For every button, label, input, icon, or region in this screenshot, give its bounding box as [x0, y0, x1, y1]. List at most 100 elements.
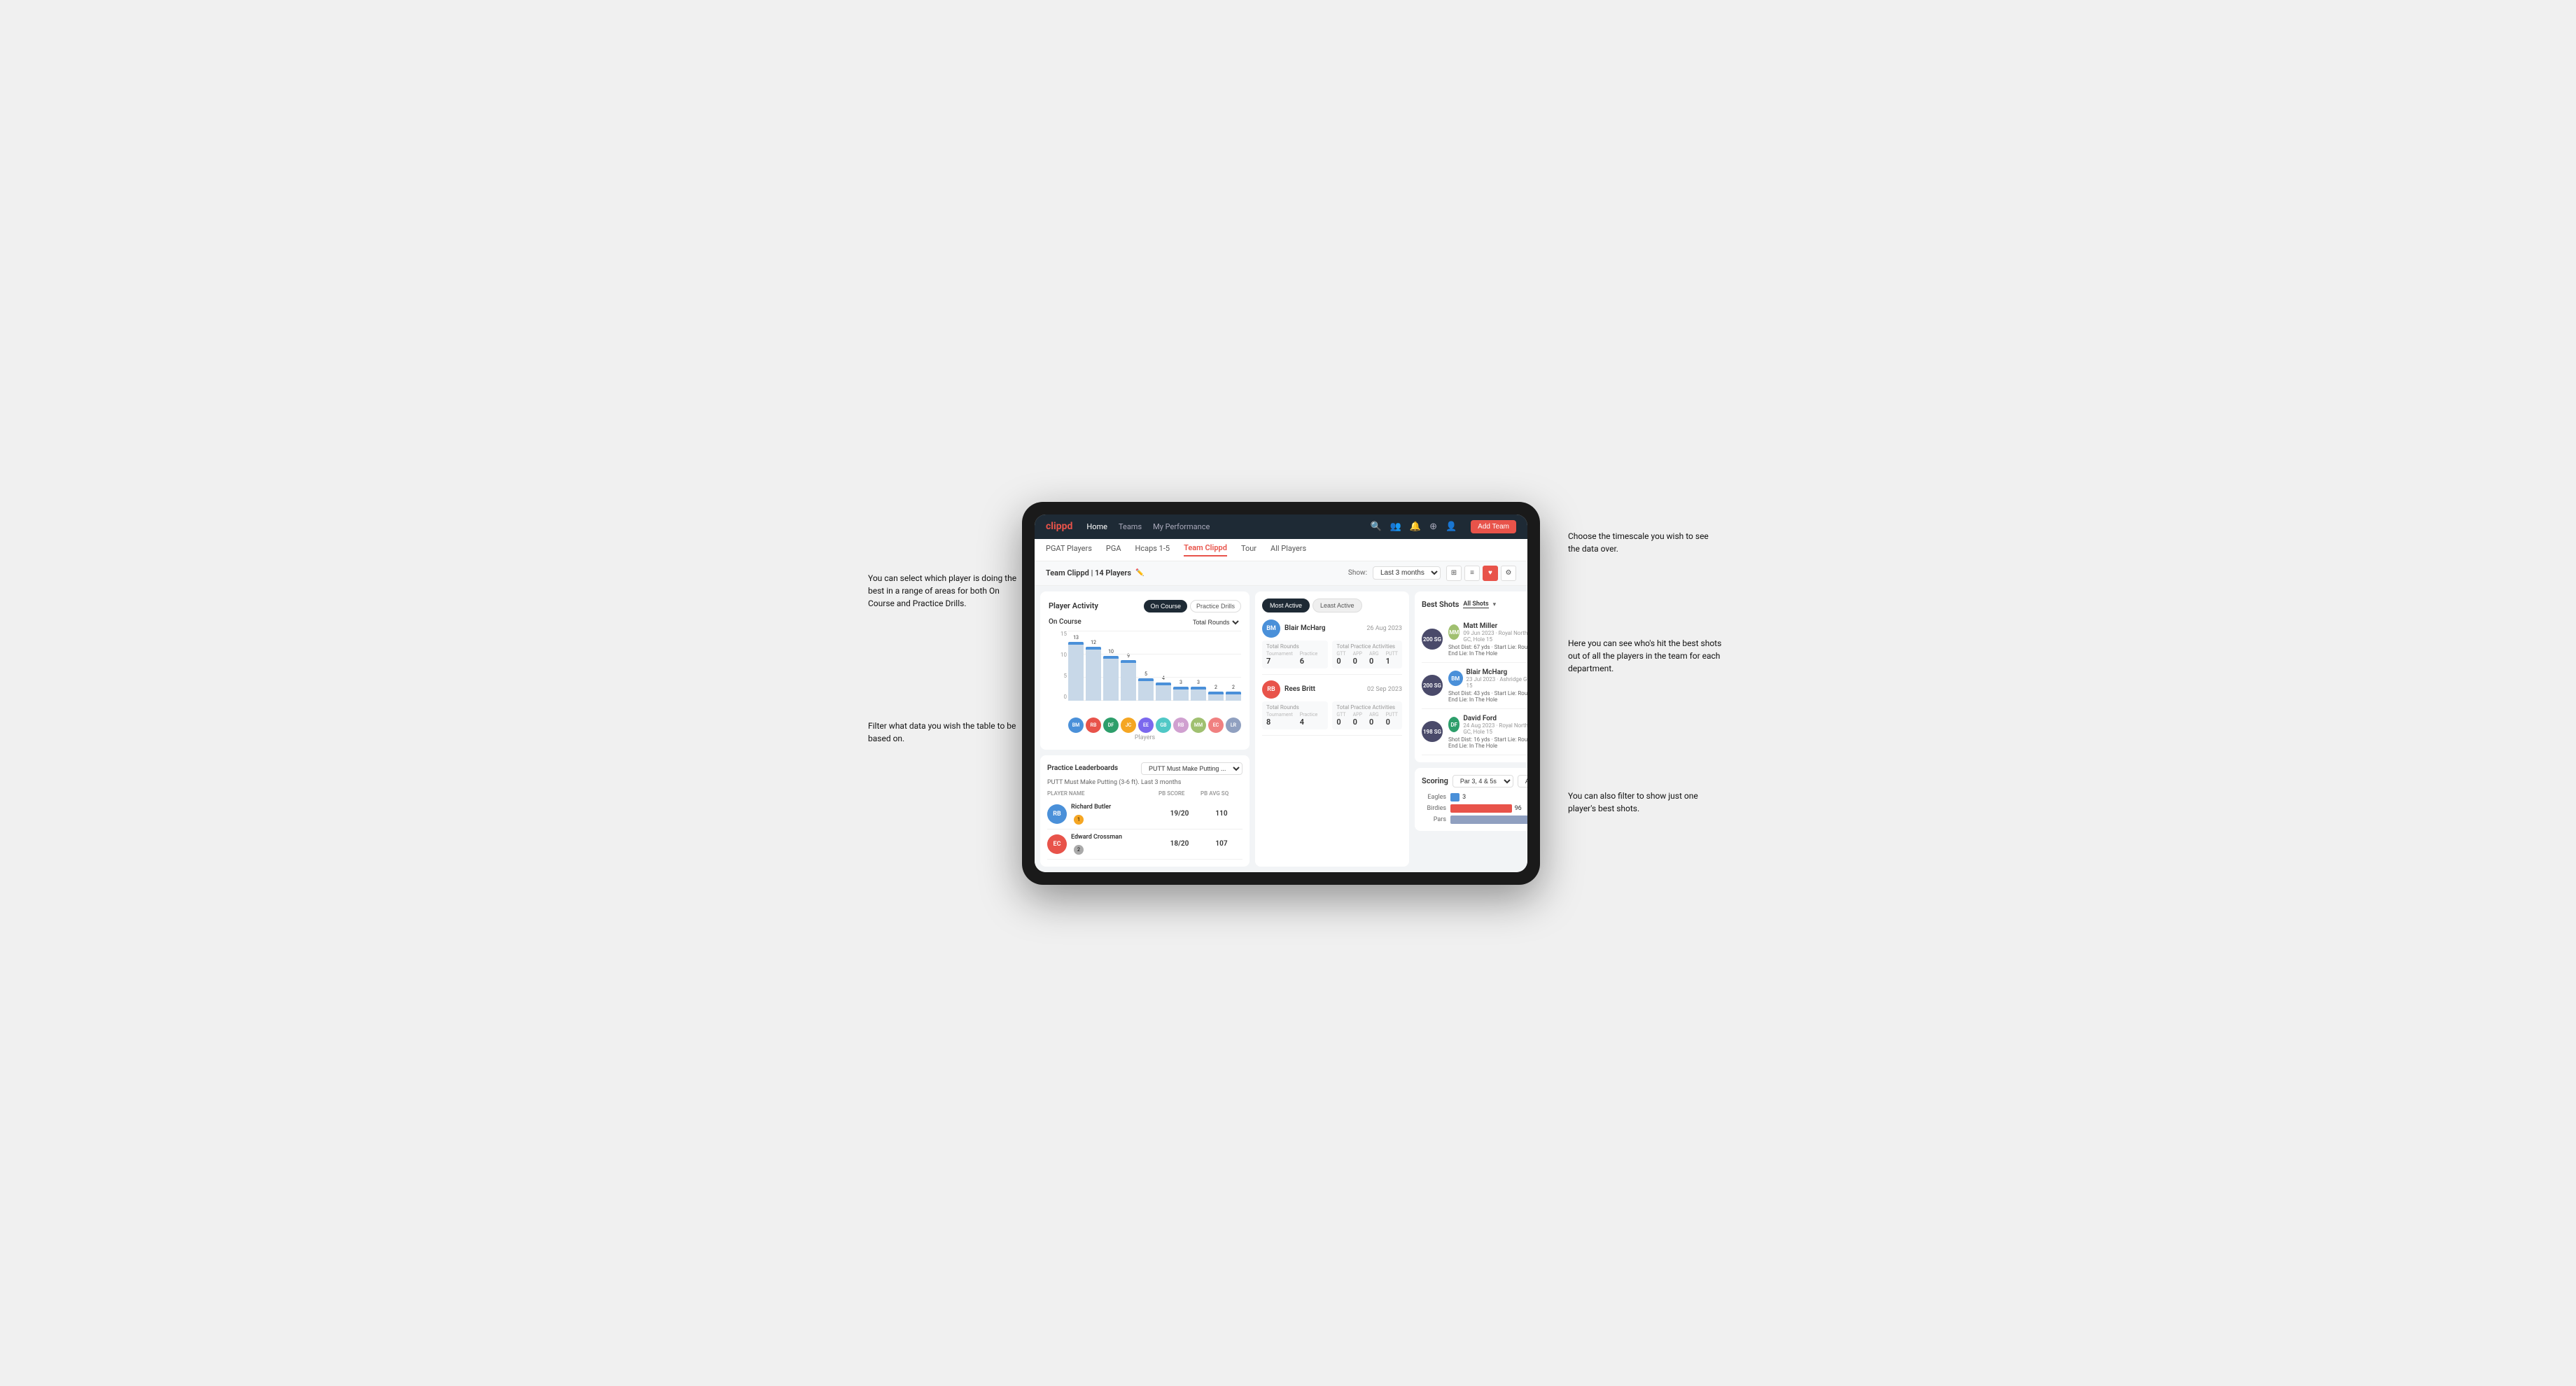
sub-nav-tour[interactable]: Tour	[1241, 544, 1256, 556]
y-axis: 15 10 5 0	[1049, 631, 1067, 701]
ap-putt-1: 1	[1386, 657, 1398, 666]
mini-avatar-3: JC	[1121, 718, 1136, 733]
leaderboard-header: Practice Leaderboards PUTT Must Make Put…	[1047, 762, 1242, 775]
ap-gtt-2: 0	[1336, 718, 1345, 727]
top-nav: clippd Home Teams My Performance 🔍 👥 🔔 ⊕…	[1035, 514, 1527, 539]
scoring-par-dropdown[interactable]: Par 3, 4 & 5s	[1452, 775, 1513, 788]
annotation-top-right: Choose the timescale you wish to see the…	[1568, 530, 1722, 555]
shot-player-header-2: BM Blair McHarg 23 Jul 2023 · Ashridge G…	[1448, 668, 1527, 689]
ap-header-1: BM Blair McHarg 26 Aug 2023	[1262, 620, 1402, 638]
bar-group-1: 12	[1086, 640, 1101, 701]
plus-circle-icon[interactable]: ⊕	[1429, 522, 1437, 532]
table-row: RB Richard Butler 1 19/20 110	[1047, 799, 1242, 830]
ap-sublabel-tournament-1: Tournament	[1266, 651, 1293, 657]
ap-tournament-1: Tournament 7	[1266, 651, 1293, 666]
sub-nav-team-clippd[interactable]: Team Clippd	[1184, 543, 1227, 556]
settings-view-button[interactable]: ⚙	[1501, 566, 1516, 581]
practice-drills-tab[interactable]: Practice Drills	[1190, 600, 1241, 612]
leaderboard-dropdown[interactable]: PUTT Must Make Putting ...	[1141, 762, 1242, 775]
shot-player-info-3: DF David Ford 24 Aug 2023 · Royal North …	[1448, 715, 1527, 749]
shot-player-name-1: Matt Miller	[1463, 622, 1527, 630]
shot-player-name-3: David Ford	[1463, 715, 1527, 722]
mini-avatar-9: LR	[1226, 718, 1241, 733]
chevron-down-icon[interactable]: ▾	[1493, 601, 1497, 608]
bar-6	[1173, 687, 1189, 700]
mini-avatar-5: GB	[1156, 718, 1171, 733]
ap-avatar-1: BM	[1262, 620, 1280, 638]
bar-group-9: 2	[1226, 685, 1241, 701]
team-name: Team Clippd | 14 Players	[1046, 568, 1131, 578]
nav-teams[interactable]: Teams	[1119, 522, 1142, 531]
best-shots-header: Best Shots All Shots ▾ All Players	[1422, 598, 1527, 611]
nav-home[interactable]: Home	[1086, 522, 1107, 531]
shot-item-1[interactable]: 200 SG MM Matt Miller 09 Jun 2023 · Roya…	[1422, 617, 1527, 663]
sc-bar-container-birdies: 96	[1450, 804, 1527, 813]
bar-group-3: 9	[1121, 653, 1136, 701]
lb-rank-badge-1: 1	[1074, 815, 1084, 825]
bar-value-5: 4	[1162, 676, 1165, 681]
sc-val-birdies: 96	[1515, 805, 1522, 812]
sc-bar-pars	[1450, 816, 1527, 824]
mini-avatar-8: EC	[1208, 718, 1224, 733]
nav-my-performance[interactable]: My Performance	[1153, 522, 1210, 531]
annotation-top-left: You can select which player is doing the…	[868, 572, 1022, 610]
sub-nav-pgat[interactable]: PGAT Players	[1046, 544, 1092, 556]
ap-header-2: RB Rees Britt 02 Sep 2023	[1262, 680, 1402, 699]
users-icon[interactable]: 👥	[1390, 522, 1401, 532]
ap-val-practice-1: 6	[1300, 657, 1318, 666]
add-team-button[interactable]: Add Team	[1471, 520, 1516, 533]
bell-icon[interactable]: 🔔	[1410, 522, 1421, 532]
ap-stat-label-activities-2: Total Practice Activities	[1336, 704, 1398, 710]
bar-value-1: 12	[1091, 640, 1096, 645]
scoring-player-dropdown[interactable]: All Players	[1518, 775, 1527, 788]
ap-putt-2: 0	[1386, 718, 1398, 727]
ap-date-2: 02 Sep 2023	[1367, 686, 1402, 693]
ap-stat-rounds-2: Total Rounds Tournament 8 Practice 4	[1262, 701, 1328, 729]
player-activity-header: Player Activity On Course Practice Drill…	[1049, 600, 1241, 612]
edit-icon[interactable]: ✏️	[1135, 569, 1144, 577]
chart-metric-dropdown[interactable]: Total Rounds	[1190, 618, 1241, 626]
activity-player-1: BM Blair McHarg 26 Aug 2023 Total Rounds…	[1262, 620, 1402, 675]
scoring-title: Scoring	[1422, 776, 1448, 785]
sub-nav-all-players[interactable]: All Players	[1270, 544, 1306, 556]
list-view-button[interactable]: ≡	[1464, 566, 1480, 581]
scoring-bar-chart: Eagles 3 Birdies 96	[1422, 793, 1527, 824]
shot-player-name-2: Blair McHarg	[1466, 668, 1527, 676]
ap-stat-row-activities-1: GTT 0 APP 0 ARG 0	[1336, 651, 1398, 666]
on-course-tab[interactable]: On Course	[1144, 600, 1187, 612]
annotation-bottom-left: Filter what data you wish the table to b…	[868, 720, 1022, 745]
ap-stat-activities-1: Total Practice Activities GTT 0 APP 0	[1332, 640, 1402, 668]
sc-label-pars: Pars	[1422, 816, 1446, 823]
sub-nav-pga[interactable]: PGA	[1106, 544, 1121, 556]
scoring-row-pars: Pars 499	[1422, 816, 1527, 824]
activity-player-2: RB Rees Britt 02 Sep 2023 Total Rounds T…	[1262, 680, 1402, 736]
heart-view-button[interactable]: ♥	[1483, 566, 1498, 581]
avatar-icon[interactable]: 👤	[1446, 522, 1457, 532]
shot-item-3[interactable]: 198 SG DF David Ford 24 Aug 2023 · Royal…	[1422, 709, 1527, 755]
most-active-tab[interactable]: Most Active	[1262, 598, 1310, 612]
shot-player-info-2: BM Blair McHarg 23 Jul 2023 · Ashridge G…	[1448, 668, 1527, 703]
sub-nav-hcaps[interactable]: Hcaps 1-5	[1135, 544, 1170, 556]
search-icon[interactable]: 🔍	[1371, 522, 1382, 532]
player-activity-card: Player Activity On Course Practice Drill…	[1040, 592, 1250, 750]
lb-score-1: 19/20	[1158, 810, 1200, 818]
grid-view-button[interactable]: ⊞	[1446, 566, 1462, 581]
sc-label-eagles: Eagles	[1422, 794, 1446, 801]
bar-3	[1121, 660, 1136, 701]
all-shots-tab[interactable]: All Shots	[1463, 601, 1488, 608]
ap-val-practice-2: 4	[1300, 718, 1318, 727]
time-filter-dropdown[interactable]: Last 3 months	[1373, 566, 1441, 580]
least-active-tab[interactable]: Least Active	[1312, 598, 1362, 612]
activity-tabs: Most Active Least Active	[1262, 598, 1402, 612]
shot-item-2[interactable]: 200 SG BM Blair McHarg 23 Jul 2023 · Ash…	[1422, 663, 1527, 709]
show-label: Show:	[1348, 569, 1367, 577]
y-label-5: 5	[1064, 673, 1068, 679]
ap-stat-rounds-1: Total Rounds Tournament 7 Practice 6	[1262, 640, 1328, 668]
ap-name-2: Rees Britt	[1284, 685, 1315, 693]
bar-group-7: 3	[1191, 680, 1206, 700]
ap-sublabel-practice-1: Practice	[1300, 651, 1318, 657]
lb-rank-badge-2: 2	[1074, 845, 1084, 855]
bar-4	[1138, 678, 1154, 701]
player-activity-title: Player Activity	[1049, 601, 1098, 610]
ap-name-1: Blair McHarg	[1284, 624, 1326, 632]
